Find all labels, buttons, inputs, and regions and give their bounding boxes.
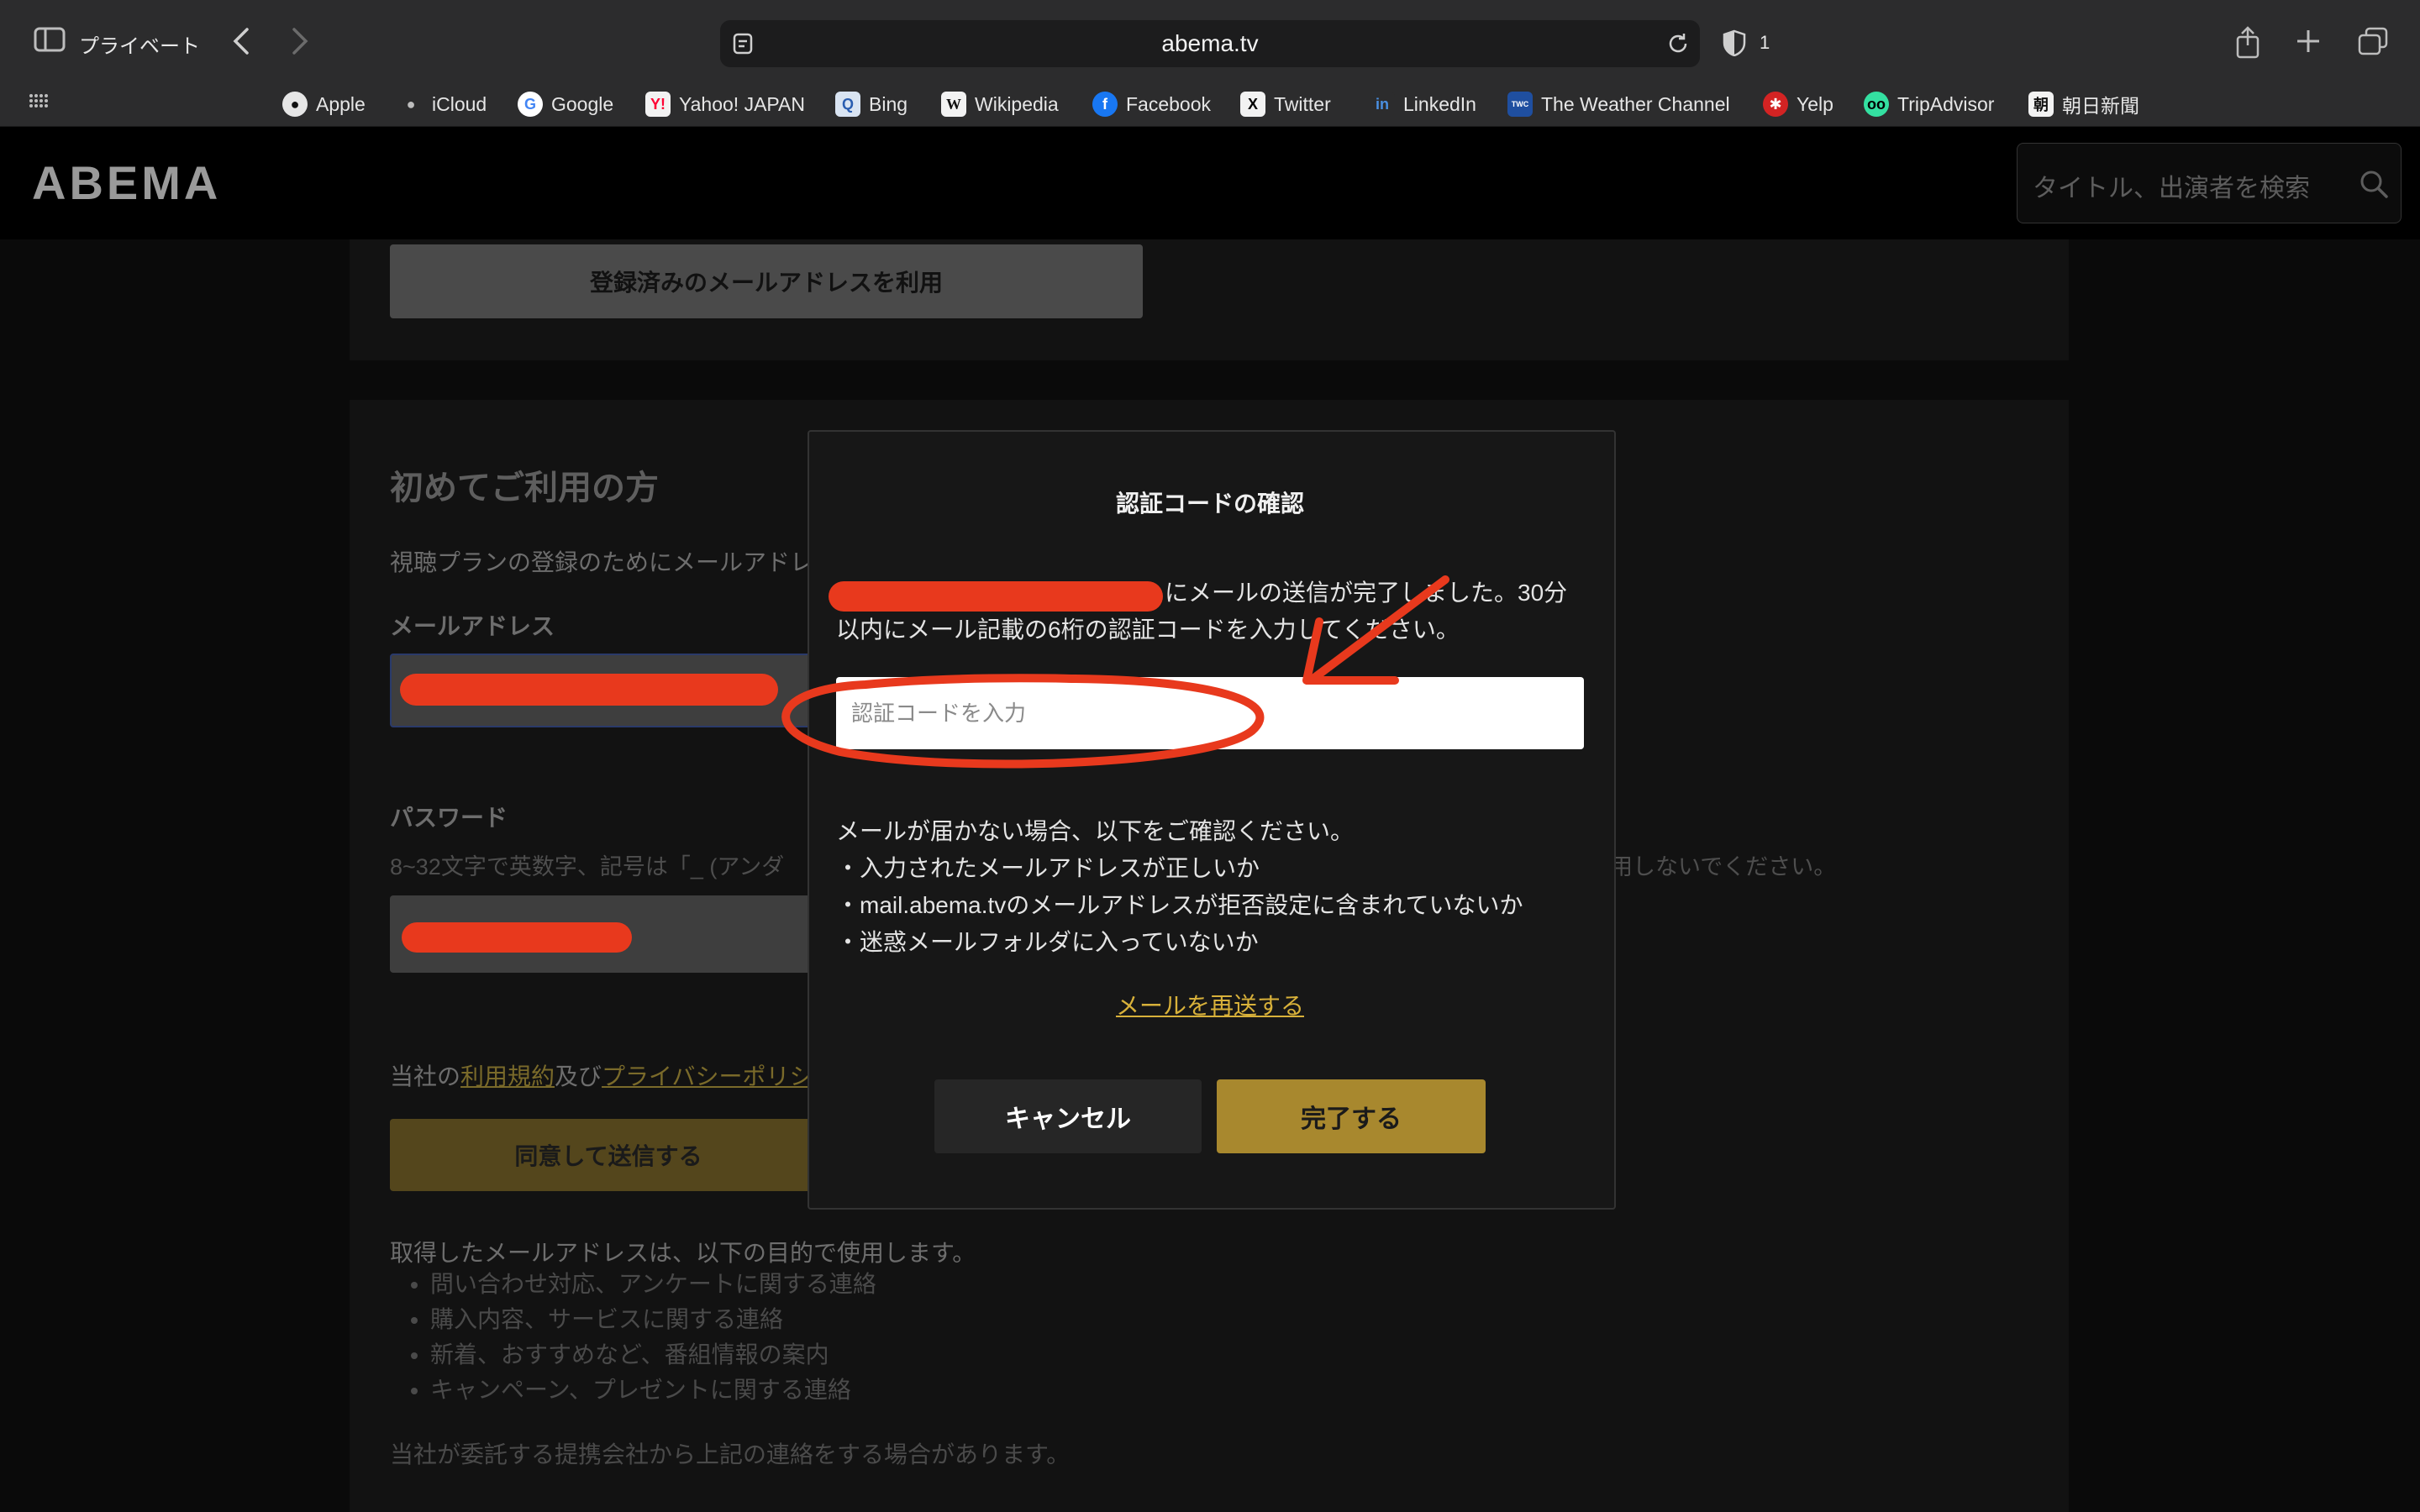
address-bar[interactable]: abema.tv [720,20,1700,67]
twitter-icon: X [1240,92,1265,117]
sidebar-toggle-icon[interactable] [34,27,66,57]
bookmark-yahoo-japan[interactable]: Y! Yahoo! JAPAN [645,87,805,121]
list-item: 購入内容、サービスに関する連絡 [430,1302,876,1337]
bookmark-linkedin[interactable]: in LinkedIn [1370,87,1476,121]
usage-list: 問い合わせ対応、アンケートに関する連絡 購入内容、サービスに関する連絡 新着、お… [390,1267,876,1408]
terms-of-use-link[interactable]: 利用規約 [460,1063,555,1089]
bookmark-label: Wikipedia [975,92,1059,115]
help-item: ・迷惑メールフォルダに入っていないか [836,929,1259,955]
yelp-icon: ✱ [1763,92,1788,117]
use-registered-email-button[interactable]: 登録済みのメールアドレスを利用 [390,244,1143,318]
bookmark-label: 朝日新聞 [2062,95,2139,117]
redaction-mark [400,674,778,706]
bookmark-twitter[interactable]: X Twitter [1240,87,1331,121]
help-item: ・入力されたメールアドレスが正しいか [836,855,1260,881]
apple-icon: ● [282,92,308,117]
google-icon: G [518,92,543,117]
bookmark-label: iCloud [432,92,487,115]
redaction-mark [402,922,632,953]
bookmark-yelp[interactable]: ✱ Yelp [1763,87,1833,121]
new-user-title: 初めてご利用の方 [390,470,659,507]
bookmark-google[interactable]: G Google [518,87,613,121]
bing-icon: Q [835,92,860,117]
back-icon[interactable] [232,27,250,60]
site-search-box[interactable]: タイトル、出演者を検索 [2017,143,2402,223]
usage-intro: 取得したメールアドレスは、以下の目的で使用します。 [390,1240,976,1266]
help-intro: メールが届かない場合、以下をご確認ください。 [836,818,1355,844]
bookmark-tripadvisor[interactable]: oo TripAdvisor [1864,87,1994,121]
forward-icon[interactable] [291,27,309,60]
bookmark-label: Facebook [1126,92,1212,115]
help-item: ・mail.abema.tvのメールアドレスが拒否設定に含まれていないか [836,892,1523,918]
terms-and: 及び [555,1063,602,1089]
bookmark-label: Twitter [1274,92,1331,115]
list-item: キャンペーン、プレゼントに関する連絡 [430,1373,876,1408]
cancel-button[interactable]: キャンセル [934,1079,1202,1153]
partner-note: 当社が委託する提携会社から上記の連絡をする場合があります。 [390,1441,1071,1467]
linkedin-icon: in [1370,92,1395,117]
apps-grid-icon[interactable] [29,92,49,113]
tracker-count: 1 [1760,32,1770,53]
bookmark-label: TripAdvisor [1897,92,1995,115]
private-profile-label[interactable]: プライベート [79,29,200,59]
terms-text: 当社の利用規約及びプライバシーポリシ [390,1058,813,1092]
weather-channel-icon: TWC [1507,92,1533,117]
resend-email-link[interactable]: メールを再送する [808,988,1612,1021]
password-hint: 8~32文字で英数字、記号は「_ (アンダ [390,854,785,879]
bookmark-label: LinkedIn [1403,92,1476,115]
search-input-placeholder: タイトル、出演者を検索 [2033,175,2310,202]
list-item: 新着、おすすめなど、番組情報の案内 [430,1337,876,1373]
agree-and-submit-button[interactable]: 同意して送信する [390,1119,827,1191]
complete-button[interactable]: 完了する [1217,1079,1486,1153]
abema-logo[interactable]: ABEMA [32,155,221,210]
asahi-icon: 朝 [2028,92,2054,117]
url-text: abema.tv [1161,30,1259,56]
bookmark-label: Apple [316,92,366,115]
bookmark-apple[interactable]: ● Apple [282,87,366,121]
share-icon[interactable] [2235,25,2260,63]
bookmark-label: The Weather Channel [1541,92,1730,115]
new-tab-icon[interactable] [2296,29,2321,58]
bookmark-label: Yahoo! JAPAN [679,92,806,115]
wikipedia-icon: W [941,92,966,117]
tab-overview-icon[interactable] [2358,27,2388,60]
search-icon[interactable] [2359,169,2389,203]
bookmark-asahi[interactable]: 朝 朝日新聞 [2028,87,2139,121]
privacy-shield-icon[interactable] [1723,29,1746,60]
password-label: パスワード [390,805,508,831]
bookmark-bing[interactable]: Q Bing [835,87,908,121]
bookmark-wikipedia[interactable]: W Wikipedia [941,87,1059,121]
bookmark-facebook[interactable]: f Facebook [1092,87,1211,121]
annotation-markup [781,575,1449,769]
apple-icon: ● [406,95,416,113]
privacy-policy-link[interactable]: プライバシーポリシ [602,1063,813,1089]
bookmark-label: Yelp [1797,92,1833,115]
annotation-arrow [1307,575,1449,685]
annotation-circle [781,674,1265,769]
yahoo-icon: Y! [645,92,671,117]
tripadvisor-icon: oo [1864,92,1889,117]
bookmark-weather-channel[interactable]: TWC The Weather Channel [1507,87,1730,121]
email-label: メールアドレス [390,613,555,639]
reload-icon[interactable] [1666,32,1690,60]
dialog-title: 認証コードの確認 [1115,491,1304,517]
bookmark-label: Google [551,92,614,115]
password-hint-tail: 用しないでください。 [1610,854,1837,879]
list-item: 問い合わせ対応、アンケートに関する連絡 [430,1267,876,1302]
bookmark-label: Bing [869,92,908,115]
bookmark-icloud[interactable]: ● iCloud [398,87,487,121]
terms-prefix: 当社の [390,1063,461,1089]
facebook-icon: f [1092,92,1118,117]
